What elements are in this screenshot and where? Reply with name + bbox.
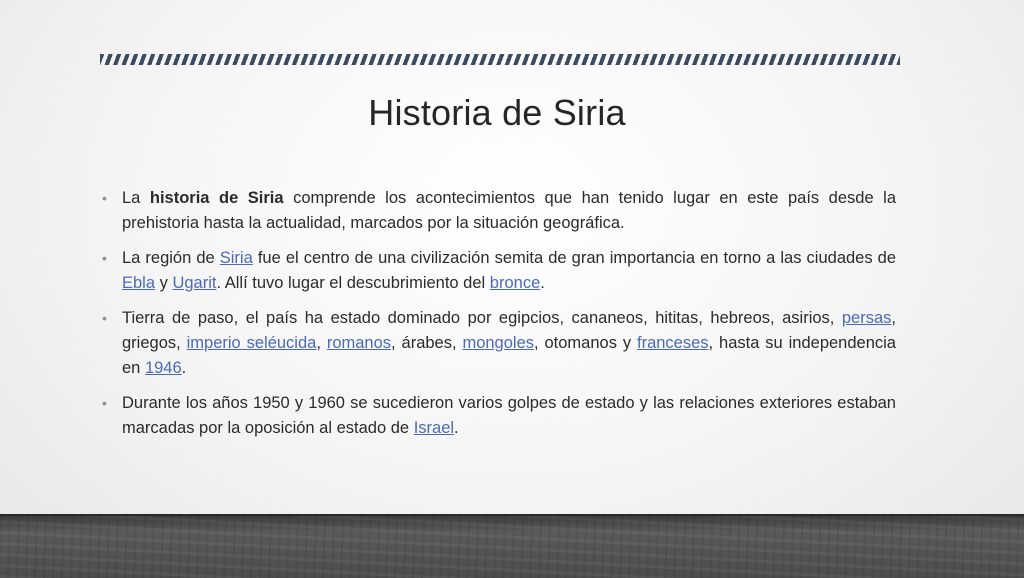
text: , otomanos y — [534, 334, 637, 352]
text: Durante los años 1950 y 1960 se sucedier… — [122, 394, 896, 437]
slide-content: • La historia de Siria comprende los acon… — [100, 186, 896, 451]
bullet-item-1: • La historia de Siria comprende los acon… — [100, 186, 896, 236]
link-ebla[interactable]: Ebla — [122, 274, 155, 292]
text: La — [122, 189, 150, 207]
text: , — [316, 334, 327, 352]
link-persas[interactable]: persas — [842, 309, 892, 327]
bullet-item-2: • La región de Siria fue el centro de una… — [100, 246, 896, 296]
link-siria[interactable]: Siria — [220, 249, 253, 267]
link-ugarit[interactable]: Ugarit — [172, 274, 216, 292]
bullet-icon: • — [102, 310, 107, 326]
text: . Allí tuvo lugar el descubrimiento del — [216, 274, 490, 292]
text: . — [540, 274, 545, 292]
bullet-icon: • — [102, 190, 107, 206]
text: Tierra de paso, el país ha estado domina… — [122, 309, 842, 327]
link-1946[interactable]: 1946 — [145, 359, 182, 377]
bullet-list: • La historia de Siria comprende los acon… — [100, 186, 896, 441]
slide: Historia de Siria • La historia de Siria … — [0, 0, 1024, 514]
link-franceses[interactable]: franceses — [637, 334, 709, 352]
bullet-icon: • — [102, 395, 107, 411]
link-mongoles[interactable]: mongoles — [462, 334, 534, 352]
bold-text: historia de Siria — [149, 189, 284, 207]
text: . — [181, 359, 187, 377]
link-imperio-seleucida[interactable]: imperio seléucida — [187, 334, 317, 352]
text: . — [454, 419, 459, 437]
bullet-icon: • — [102, 250, 107, 266]
bullet-item-3: • Tierra de paso, el país ha estado domin… — [100, 306, 896, 381]
decorative-stripe — [100, 54, 900, 65]
slide-title: Historia de Siria — [368, 92, 626, 133]
text: y — [155, 274, 173, 292]
link-bronce[interactable]: bronce — [490, 274, 540, 292]
text: , árabes, — [391, 334, 463, 352]
link-romanos[interactable]: romanos — [327, 334, 391, 352]
text: La región de — [122, 249, 220, 267]
text: fue el centro de una civilización semita… — [252, 249, 897, 267]
floor-background — [0, 514, 1024, 578]
link-israel[interactable]: Israel — [414, 419, 454, 437]
bullet-item-4: • Durante los años 1950 y 1960 se sucedie… — [100, 391, 896, 441]
